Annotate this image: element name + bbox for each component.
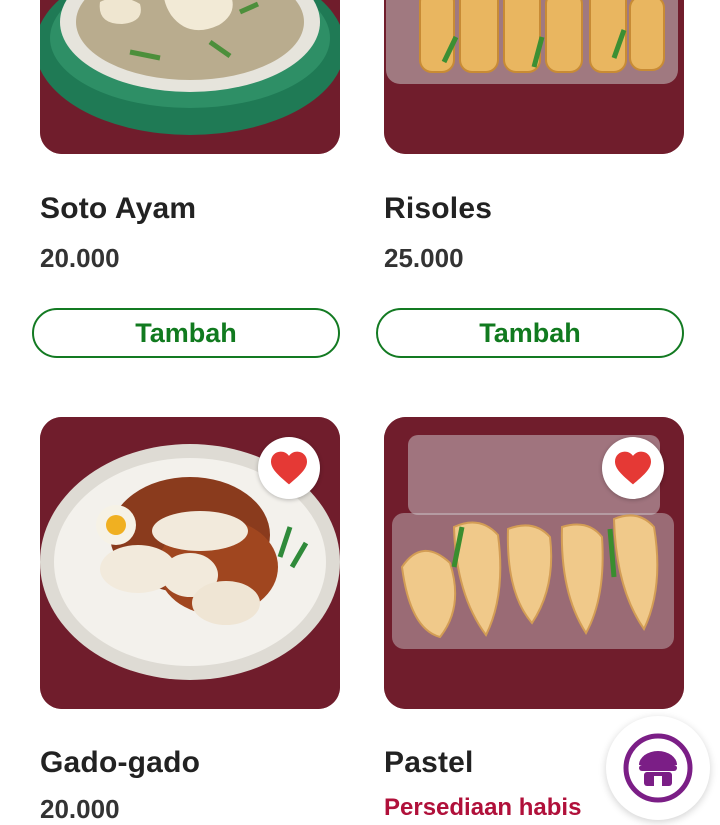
- product-image-soto-ayam[interactable]: [40, 0, 340, 154]
- favorite-button[interactable]: [258, 437, 320, 499]
- add-to-cart-button[interactable]: Tambah: [32, 308, 340, 358]
- product-name: Gado-gado: [40, 746, 201, 779]
- heart-icon: [271, 451, 307, 485]
- product-name: Soto Ayam: [40, 192, 197, 225]
- product-name: Pastel: [384, 746, 474, 779]
- product-price: 20.000: [40, 794, 120, 824]
- stock-status: Persediaan habis: [384, 794, 582, 821]
- product-price: 25.000: [384, 243, 464, 273]
- favorite-button[interactable]: [602, 437, 664, 499]
- product-name: Risoles: [384, 192, 493, 225]
- store-icon: [623, 733, 693, 803]
- product-price: 20.000: [40, 243, 120, 273]
- product-image-gado-gado[interactable]: [40, 417, 340, 709]
- product-image-risoles[interactable]: [384, 0, 684, 154]
- add-to-cart-button[interactable]: Tambah: [376, 308, 684, 358]
- product-image-pastel[interactable]: [384, 417, 684, 709]
- store-button[interactable]: [606, 716, 710, 820]
- heart-icon: [615, 451, 651, 485]
